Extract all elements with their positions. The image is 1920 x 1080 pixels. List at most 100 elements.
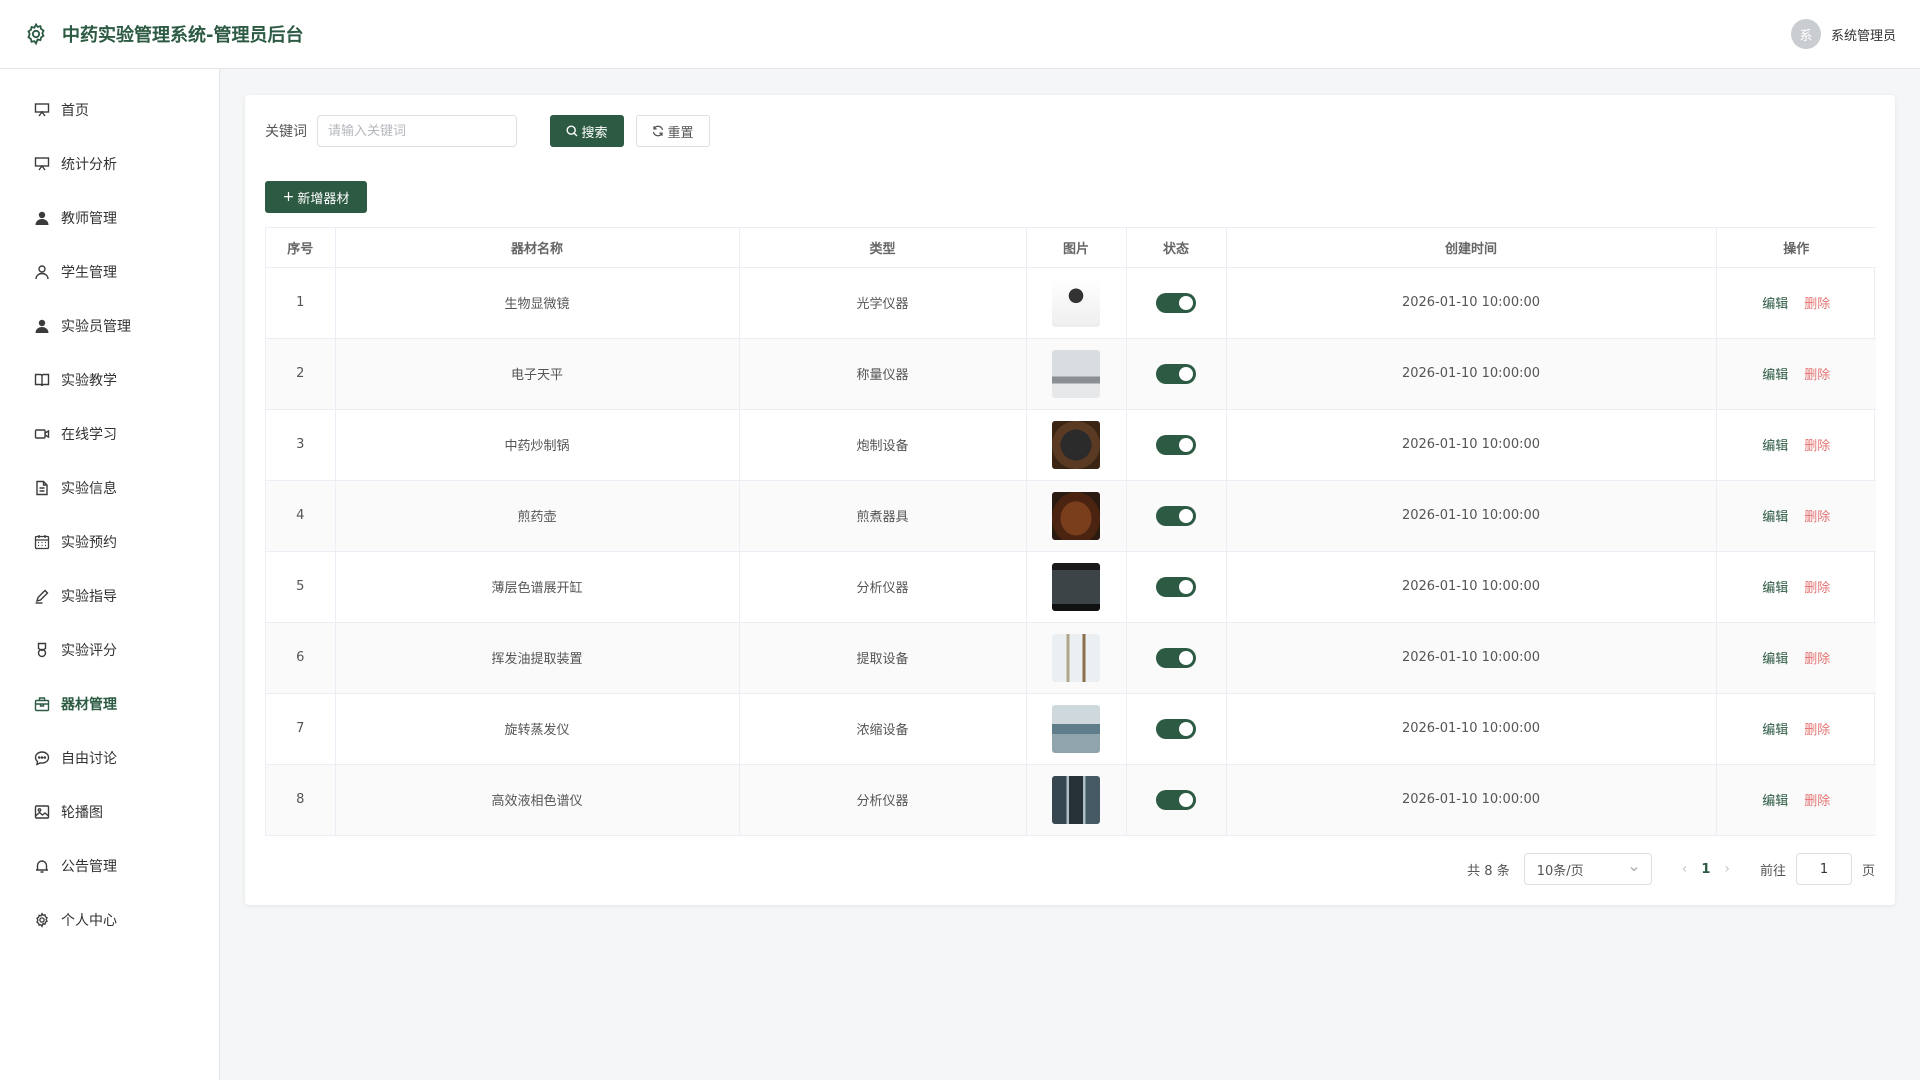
- sidebar-item-online-learning[interactable]: 在线学习: [0, 407, 219, 461]
- edit-link[interactable]: 编辑: [1762, 723, 1788, 738]
- edit-link[interactable]: 编辑: [1762, 581, 1788, 596]
- main-card: 关键词 搜索 重置 + 新增器材 序号 器材: [245, 95, 1895, 905]
- edit-link[interactable]: 编辑: [1762, 368, 1788, 383]
- equipment-image[interactable]: [1052, 562, 1100, 611]
- equipment-image[interactable]: [1052, 349, 1100, 398]
- table-row: 2 电子天平 称量仪器 2026-01-10 10:00:00 编辑 删除: [266, 338, 1876, 410]
- user-name[interactable]: 系统管理员: [1831, 25, 1896, 44]
- status-toggle[interactable]: [1156, 505, 1196, 526]
- status-toggle[interactable]: [1156, 363, 1196, 384]
- table-row: 7 旋转蒸发仪 浓缩设备 2026-01-10 10:00:00 编辑 删除: [266, 693, 1876, 765]
- edit-link[interactable]: 编辑: [1762, 794, 1788, 809]
- delete-link[interactable]: 删除: [1804, 297, 1830, 312]
- sidebar-item-carousel[interactable]: 轮播图: [0, 785, 219, 839]
- next-page-icon[interactable]: ›: [1724, 861, 1730, 877]
- edit-link[interactable]: 编辑: [1762, 439, 1788, 454]
- edit-link[interactable]: 编辑: [1762, 510, 1788, 525]
- sidebar-item-profile[interactable]: 个人中心: [0, 893, 219, 947]
- status-toggle[interactable]: [1156, 434, 1196, 455]
- sidebar: 首页 统计分析 教师管理 学生管理 实验员管理 实验教学 在线学习 实验信息 实…: [0, 69, 220, 1080]
- presentation-icon: [33, 101, 51, 119]
- add-equipment-button[interactable]: + 新增器材: [265, 181, 367, 213]
- edit-link[interactable]: 编辑: [1762, 652, 1788, 667]
- search-button-label: 搜索: [581, 125, 608, 141]
- sidebar-item-home[interactable]: 首页: [0, 83, 219, 137]
- sidebar-item-discussion[interactable]: 自由讨论: [0, 731, 219, 785]
- status-toggle[interactable]: [1156, 647, 1196, 668]
- table-row: 4 煎药壶 煎煮器具 2026-01-10 10:00:00 编辑 删除: [266, 480, 1876, 552]
- sidebar-item-label: 实验预约: [61, 535, 117, 551]
- sidebar-item-equipment[interactable]: 器材管理: [0, 677, 219, 731]
- row-created: 2026-01-10 10:00:00: [1226, 693, 1717, 765]
- equipment-image[interactable]: [1052, 704, 1100, 753]
- delete-link[interactable]: 删除: [1804, 368, 1830, 383]
- column-header-name: 器材名称: [335, 228, 740, 268]
- sidebar-item-teachers[interactable]: 教师管理: [0, 191, 219, 245]
- sidebar-item-experiment-info[interactable]: 实验信息: [0, 461, 219, 515]
- delete-link[interactable]: 删除: [1804, 652, 1830, 667]
- reset-button[interactable]: 重置: [636, 115, 710, 147]
- equipment-image[interactable]: [1052, 491, 1100, 540]
- row-type: 浓缩设备: [739, 693, 1027, 765]
- row-index: 5: [266, 551, 336, 623]
- app-title: 中药实验管理系统-管理员后台: [62, 25, 304, 46]
- sidebar-item-students[interactable]: 学生管理: [0, 245, 219, 299]
- sidebar-item-label: 学生管理: [61, 265, 117, 281]
- equipment-image[interactable]: [1052, 278, 1100, 327]
- edit-pen-icon: [33, 587, 51, 605]
- page-size-select[interactable]: 10条/页: [1523, 853, 1652, 885]
- sidebar-item-statistics[interactable]: 统计分析: [0, 137, 219, 191]
- delete-link[interactable]: 删除: [1804, 510, 1830, 525]
- page-number[interactable]: 1: [1701, 862, 1710, 877]
- sidebar-item-label: 实验信息: [61, 481, 117, 497]
- sidebar-item-grading[interactable]: 实验评分: [0, 623, 219, 677]
- row-name: 电子天平: [335, 338, 740, 410]
- search-button[interactable]: 搜索: [550, 115, 624, 147]
- column-header-type: 类型: [739, 228, 1027, 268]
- sidebar-item-announcements[interactable]: 公告管理: [0, 839, 219, 893]
- row-name: 高效液相色谱仪: [335, 764, 740, 835]
- avatar[interactable]: 系: [1790, 19, 1821, 49]
- gear-icon: [24, 22, 48, 46]
- user-menu[interactable]: 系 系统管理员: [1790, 19, 1896, 49]
- status-toggle[interactable]: [1156, 292, 1196, 313]
- sidebar-item-guidance[interactable]: 实验指导: [0, 569, 219, 623]
- status-toggle[interactable]: [1156, 576, 1196, 597]
- equipment-image[interactable]: [1052, 420, 1100, 469]
- delete-link[interactable]: 删除: [1804, 794, 1830, 809]
- top-header: 中药实验管理系统-管理员后台 系 系统管理员: [0, 0, 1920, 69]
- chat-icon: [33, 749, 51, 767]
- keyword-input[interactable]: [317, 115, 517, 147]
- brand: 中药实验管理系统-管理员后台: [24, 21, 303, 47]
- sidebar-item-lab-staff[interactable]: 实验员管理: [0, 299, 219, 353]
- row-type: 称量仪器: [739, 338, 1027, 410]
- presentation-icon: [33, 155, 51, 173]
- bell-icon: [33, 857, 51, 875]
- status-toggle[interactable]: [1156, 789, 1196, 810]
- prev-page-icon[interactable]: ‹: [1682, 861, 1688, 877]
- sidebar-item-reservation[interactable]: 实验预约: [0, 515, 219, 569]
- medal-icon: [33, 641, 51, 659]
- row-created: 2026-01-10 10:00:00: [1226, 551, 1717, 623]
- reset-button-label: 重置: [667, 125, 694, 141]
- picture-icon: [33, 803, 51, 821]
- sidebar-item-label: 实验员管理: [61, 319, 131, 335]
- status-toggle[interactable]: [1156, 718, 1196, 739]
- sidebar-item-label: 实验指导: [61, 589, 117, 605]
- row-type: 分析仪器: [739, 764, 1027, 835]
- goto-page-input[interactable]: [1795, 853, 1852, 885]
- delete-link[interactable]: 删除: [1804, 723, 1830, 738]
- row-created: 2026-01-10 10:00:00: [1226, 267, 1717, 339]
- equipment-image[interactable]: [1052, 633, 1100, 682]
- sidebar-item-label: 实验评分: [61, 643, 117, 659]
- sidebar-item-label: 统计分析: [61, 157, 117, 173]
- edit-link[interactable]: 编辑: [1762, 297, 1788, 312]
- column-header-created: 创建时间: [1226, 228, 1717, 268]
- equipment-image[interactable]: [1052, 775, 1100, 824]
- row-name: 挥发油提取装置: [335, 622, 740, 694]
- delete-link[interactable]: 删除: [1804, 439, 1830, 454]
- refresh-icon: [652, 125, 664, 137]
- sidebar-item-teaching[interactable]: 实验教学: [0, 353, 219, 407]
- delete-link[interactable]: 删除: [1804, 581, 1830, 596]
- row-name: 生物显微镜: [335, 267, 740, 339]
